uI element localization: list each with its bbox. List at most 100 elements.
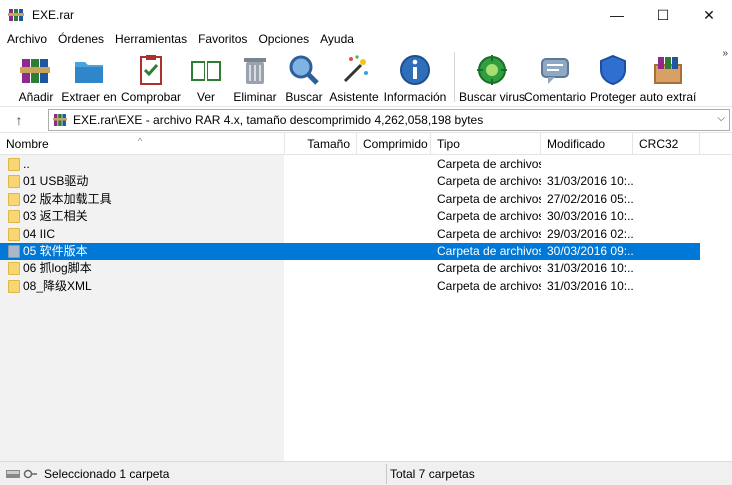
cell-crc32 <box>639 260 699 277</box>
toolbar: Añadir Extraer en Comprobar Ver Eliminar… <box>0 48 732 106</box>
column-header-packed[interactable]: Comprimido <box>357 133 431 155</box>
folder-extract-icon <box>75 62 103 83</box>
cell-packed <box>358 173 428 190</box>
cell-size <box>286 156 352 173</box>
minimize-button[interactable]: — <box>594 0 640 30</box>
drive-status-icon <box>6 469 37 479</box>
status-separator <box>386 464 387 484</box>
books-add-icon <box>20 59 50 83</box>
column-header-crc32[interactable]: CRC32 <box>633 133 700 155</box>
table-row[interactable]: 02 版本加载工具 Carpeta de archivos 27/02/2016 0… <box>0 191 700 208</box>
column-header-size[interactable]: Tamaño <box>285 133 357 155</box>
title-bar: EXE.rar — ☐ ✕ <box>0 0 732 30</box>
maximize-button[interactable]: ☐ <box>640 0 686 30</box>
info-label: Información <box>383 90 447 104</box>
add-label: Añadir <box>18 90 54 104</box>
column-header-name-label: Nombre <box>6 137 49 151</box>
cell-crc32 <box>639 191 699 208</box>
menu-ordenes[interactable]: Órdenes <box>54 32 108 46</box>
folder-icon <box>8 228 20 241</box>
window-title: EXE.rar <box>32 8 75 22</box>
protect-label: Proteger <box>589 90 637 104</box>
table-row[interactable]: 06 抓log脚本 Carpeta de archivos 31/03/2016 1… <box>0 260 700 277</box>
folder-icon <box>8 210 20 223</box>
test-button[interactable]: Comprobar <box>118 48 184 106</box>
cell-name: 02 版本加载工具 <box>23 192 112 206</box>
cell-size <box>286 173 352 190</box>
table-row[interactable]: .. Carpeta de archivos <box>0 156 700 173</box>
sfx-label: auto extraí <box>639 90 697 104</box>
cell-type: Carpeta de archivos <box>437 192 541 206</box>
comment-label: Comentario <box>523 90 587 104</box>
table-row[interactable]: 08_降级XML Carpeta de archivos 31/03/2016 10… <box>0 278 700 295</box>
protect-button[interactable]: Proteger <box>587 48 639 106</box>
menu-archivo[interactable]: Archivo <box>3 32 51 46</box>
cell-size <box>286 226 352 243</box>
delete-label: Eliminar <box>233 90 277 104</box>
cell-size <box>286 260 352 277</box>
cell-name: 04 IIC <box>23 227 56 241</box>
menu-ayuda[interactable]: Ayuda <box>316 32 358 46</box>
folder-icon <box>8 193 20 206</box>
cell-size <box>286 191 352 208</box>
wizard-button[interactable]: Asistente <box>326 48 382 106</box>
table-row[interactable]: 01 USB驱动 Carpeta de archivos 31/03/2016 10… <box>0 173 700 190</box>
virus-scan-label: Buscar virus <box>458 90 526 104</box>
cell-packed <box>358 226 428 243</box>
wizard-label: Asistente <box>329 90 379 104</box>
comment-button[interactable]: Comentario <box>523 48 587 106</box>
cell-type: Carpeta de archivos <box>437 279 541 293</box>
table-row[interactable]: 03 返工相关 Carpeta de archivos 30/03/2016 10:… <box>0 208 700 225</box>
cell-crc32 <box>639 156 699 173</box>
cell-crc32 <box>639 278 699 295</box>
address-bar: ↑ EXE.rar\EXE - archivo RAR 4.x, tamaño … <box>0 106 732 132</box>
menu-opciones[interactable]: Opciones <box>254 32 313 46</box>
extract-to-button[interactable]: Extraer en <box>60 48 118 106</box>
column-header-modified[interactable]: Modificado <box>541 133 633 155</box>
column-header-name[interactable]: Nombre ^ <box>0 133 285 155</box>
cell-name: 08_降级XML <box>23 279 92 293</box>
cell-packed <box>358 260 428 277</box>
address-dropdown-icon[interactable]: ⌵ <box>717 113 725 124</box>
info-button[interactable]: Información <box>382 48 448 106</box>
virus-scan-button[interactable]: Buscar virus <box>458 48 526 106</box>
cell-crc32 <box>639 243 699 260</box>
open-book-icon <box>191 61 221 81</box>
cell-packed <box>358 156 428 173</box>
sfx-box-icon <box>654 57 682 84</box>
address-field[interactable]: EXE.rar\EXE - archivo RAR 4.x, tamaño de… <box>48 109 730 131</box>
column-headers: Nombre ^ Tamaño Comprimido Tipo Modifica… <box>0 133 732 155</box>
status-bar: Seleccionado 1 carpeta Total 7 carpetas <box>0 461 732 485</box>
cell-size <box>286 278 352 295</box>
table-row[interactable]: 05 软件版本 Carpeta de archivos 30/03/2016 09:… <box>0 243 700 260</box>
menu-favoritos[interactable]: Favoritos <box>194 32 251 46</box>
find-button[interactable]: Buscar <box>282 48 326 106</box>
column-header-type[interactable]: Tipo <box>431 133 541 155</box>
view-button[interactable]: Ver <box>184 48 228 106</box>
wand-icon <box>343 55 368 83</box>
cell-crc32 <box>639 208 699 225</box>
close-button[interactable]: ✕ <box>686 0 732 30</box>
test-label: Comprobar <box>120 90 182 104</box>
folder-icon <box>8 175 20 188</box>
folder-icon <box>8 245 20 258</box>
menu-herramientas[interactable]: Herramientas <box>111 32 191 46</box>
cell-size <box>286 208 352 225</box>
delete-button[interactable]: Eliminar <box>228 48 282 106</box>
find-label: Buscar <box>285 90 323 104</box>
table-row[interactable]: 04 IIC Carpeta de archivos 29/03/2016 02:.… <box>0 226 700 243</box>
sfx-button[interactable]: auto extraí <box>639 48 697 106</box>
info-icon <box>400 55 430 85</box>
menu-bar: Archivo Órdenes Herramientas Favoritos O… <box>0 30 732 48</box>
cell-name: 05 软件版本 <box>23 244 88 258</box>
status-selection: Seleccionado 1 carpeta <box>44 467 170 481</box>
toolbar-overflow-chevron[interactable]: » <box>722 48 728 59</box>
cell-type: Carpeta de archivos <box>437 244 541 258</box>
up-one-level-button[interactable]: ↑ <box>0 107 38 133</box>
cell-modified: 29/03/2016 02:... <box>547 227 633 241</box>
cell-modified: 31/03/2016 10:... <box>547 174 633 188</box>
shield-icon <box>600 54 626 86</box>
extract-to-label: Extraer en <box>61 90 117 104</box>
cell-modified: 30/03/2016 09:... <box>547 244 633 258</box>
add-button[interactable]: Añadir <box>12 48 60 106</box>
